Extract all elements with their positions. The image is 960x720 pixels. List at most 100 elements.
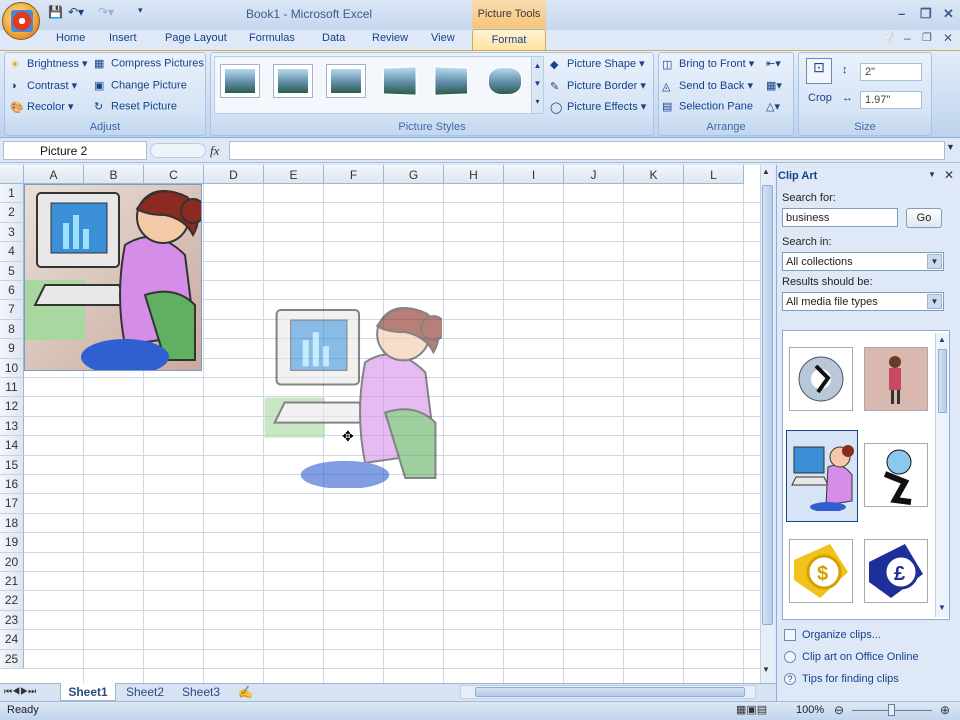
column-header[interactable]: J xyxy=(564,165,624,184)
column-header[interactable]: B xyxy=(84,165,144,184)
doc-restore-icon[interactable]: ❐ xyxy=(922,31,932,44)
row-header[interactable]: 14 xyxy=(0,436,24,456)
sheet-tab-sheet1[interactable]: Sheet1 xyxy=(60,683,116,701)
row-header[interactable]: 4 xyxy=(0,242,24,262)
column-header[interactable]: A xyxy=(24,165,84,184)
column-header[interactable]: H xyxy=(444,165,504,184)
align-icon[interactable]: ⇤▾ xyxy=(766,57,781,70)
compress-pictures-button[interactable]: ▦ Compress Pictures xyxy=(94,57,204,70)
sheet-tab-sheet3[interactable]: Sheet3 xyxy=(182,685,220,699)
column-header[interactable]: C xyxy=(144,165,204,184)
zoom-slider-thumb[interactable] xyxy=(888,704,895,716)
style-thumb[interactable] xyxy=(273,64,313,98)
tab-data[interactable]: Data xyxy=(322,32,345,44)
column-header[interactable]: G xyxy=(384,165,444,184)
clip-business-idea[interactable] xyxy=(864,443,928,507)
restore-icon[interactable]: ❐ xyxy=(920,6,932,22)
pane-menu-icon[interactable]: ▼ xyxy=(928,170,936,179)
clip-business-dollar[interactable]: $ xyxy=(789,539,853,603)
row-header[interactable]: 24 xyxy=(0,630,24,650)
minimize-icon[interactable]: – xyxy=(898,6,905,21)
picture-2-ghost[interactable] xyxy=(264,302,447,490)
clip-woman-computer-selected[interactable] xyxy=(786,430,858,522)
selection-pane-button[interactable]: ▤ Selection Pane xyxy=(662,100,753,113)
row-header[interactable]: 16 xyxy=(0,475,24,495)
width-spinner[interactable]: 1.97" xyxy=(860,91,922,109)
zoom-out-icon[interactable]: ⊖ xyxy=(834,703,844,717)
row-header[interactable]: 11 xyxy=(0,378,24,398)
office-button[interactable] xyxy=(2,2,40,40)
row-header[interactable]: 15 xyxy=(0,455,24,475)
row-header[interactable]: 3 xyxy=(0,222,24,243)
column-header[interactable]: L xyxy=(684,165,744,184)
name-box[interactable]: Picture 2 xyxy=(3,141,147,160)
redo-icon[interactable]: ↷▾ xyxy=(98,5,114,21)
expand-formula-icon[interactable]: ▼ xyxy=(946,142,955,152)
sheet-nav-icons[interactable]: ⏮◀▶⏭ xyxy=(4,686,36,697)
clip-art-online-link[interactable]: Clip art on Office Online xyxy=(802,651,919,663)
style-thumb[interactable] xyxy=(379,64,419,98)
tab-format[interactable]: Format xyxy=(472,29,546,51)
results-select[interactable]: All media file types ▼ xyxy=(782,292,944,311)
row-header[interactable]: 17 xyxy=(0,494,24,514)
qat-customize-icon[interactable]: ▾ xyxy=(138,5,143,21)
undo-icon[interactable]: ↶▾ xyxy=(68,5,84,21)
row-header[interactable]: 20 xyxy=(0,552,24,572)
results-scrollbar[interactable]: ▲ ▼ xyxy=(935,333,949,617)
crop-icon[interactable]: ⊡ xyxy=(806,58,832,84)
bring-to-front-button[interactable]: ◫ Bring to Front ▾ xyxy=(662,57,754,71)
sheet-tab-sheet2[interactable]: Sheet2 xyxy=(126,685,164,699)
formula-input[interactable] xyxy=(229,141,945,160)
view-buttons-icon[interactable]: ▦▣▤ xyxy=(736,703,767,716)
tips-link[interactable]: Tips for finding clips xyxy=(802,673,899,685)
rotate-icon[interactable]: △▾ xyxy=(766,100,780,113)
height-spinner[interactable]: 2" xyxy=(860,63,922,81)
column-header[interactable]: E xyxy=(264,165,324,184)
row-header[interactable]: 8 xyxy=(0,319,24,340)
recolor-button[interactable]: 🎨 Recolor ▾ xyxy=(10,100,73,114)
clip-business-woman[interactable] xyxy=(864,347,928,411)
row-header[interactable]: 7 xyxy=(0,300,24,320)
crop-label[interactable]: Crop xyxy=(808,92,832,104)
tab-home[interactable]: Home xyxy=(56,32,85,44)
column-header[interactable]: I xyxy=(504,165,564,184)
row-header[interactable]: 1 xyxy=(0,184,24,204)
horizontal-scrollbar[interactable] xyxy=(460,685,756,699)
brightness-button[interactable]: ☀ Brightness ▾ xyxy=(10,57,88,71)
go-button[interactable]: Go xyxy=(906,208,942,228)
picture-shape-button[interactable]: ◆ Picture Shape ▾ xyxy=(550,57,645,71)
tab-formulas[interactable]: Formulas xyxy=(249,32,295,44)
organize-clips-link[interactable]: Organize clips... xyxy=(802,629,881,641)
clip-business-gear[interactable] xyxy=(789,347,853,411)
picture-border-button[interactable]: ✎ Picture Border ▾ xyxy=(550,79,646,93)
row-header[interactable]: 18 xyxy=(0,513,24,534)
close-icon[interactable]: ✕ xyxy=(943,6,954,22)
column-header[interactable]: K xyxy=(624,165,684,184)
style-thumb[interactable] xyxy=(485,64,525,98)
insert-function-icon[interactable]: fx xyxy=(210,143,219,159)
row-header[interactable]: 23 xyxy=(0,610,24,631)
picture-1[interactable] xyxy=(24,184,206,375)
doc-close-icon[interactable]: ✕ xyxy=(943,31,953,45)
row-header[interactable]: 21 xyxy=(0,572,24,592)
group-icon[interactable]: ▦▾ xyxy=(766,79,782,92)
row-header[interactable]: 2 xyxy=(0,203,24,223)
search-input[interactable]: business xyxy=(782,208,898,227)
zoom-level[interactable]: 100% xyxy=(796,704,824,716)
row-header[interactable]: 9 xyxy=(0,339,24,359)
reset-picture-button[interactable]: ↻ Reset Picture xyxy=(94,100,177,113)
style-thumb[interactable] xyxy=(326,64,366,98)
change-picture-button[interactable]: ▣ Change Picture xyxy=(94,79,187,92)
search-in-select[interactable]: All collections ▼ xyxy=(782,252,944,271)
insert-sheet-icon[interactable]: ✍ xyxy=(238,685,253,699)
column-header[interactable]: D xyxy=(204,165,264,184)
row-header[interactable]: 25 xyxy=(0,649,24,669)
select-all-corner[interactable] xyxy=(0,165,24,184)
picture-effects-button[interactable]: ◯ Picture Effects ▾ xyxy=(550,100,646,114)
style-thumb[interactable] xyxy=(432,64,472,98)
zoom-in-icon[interactable]: ⊕ xyxy=(940,703,950,717)
formula-resizer[interactable] xyxy=(150,143,206,158)
row-header[interactable]: 13 xyxy=(0,416,24,437)
row-header[interactable]: 19 xyxy=(0,533,24,553)
tab-review[interactable]: Review xyxy=(372,32,408,44)
